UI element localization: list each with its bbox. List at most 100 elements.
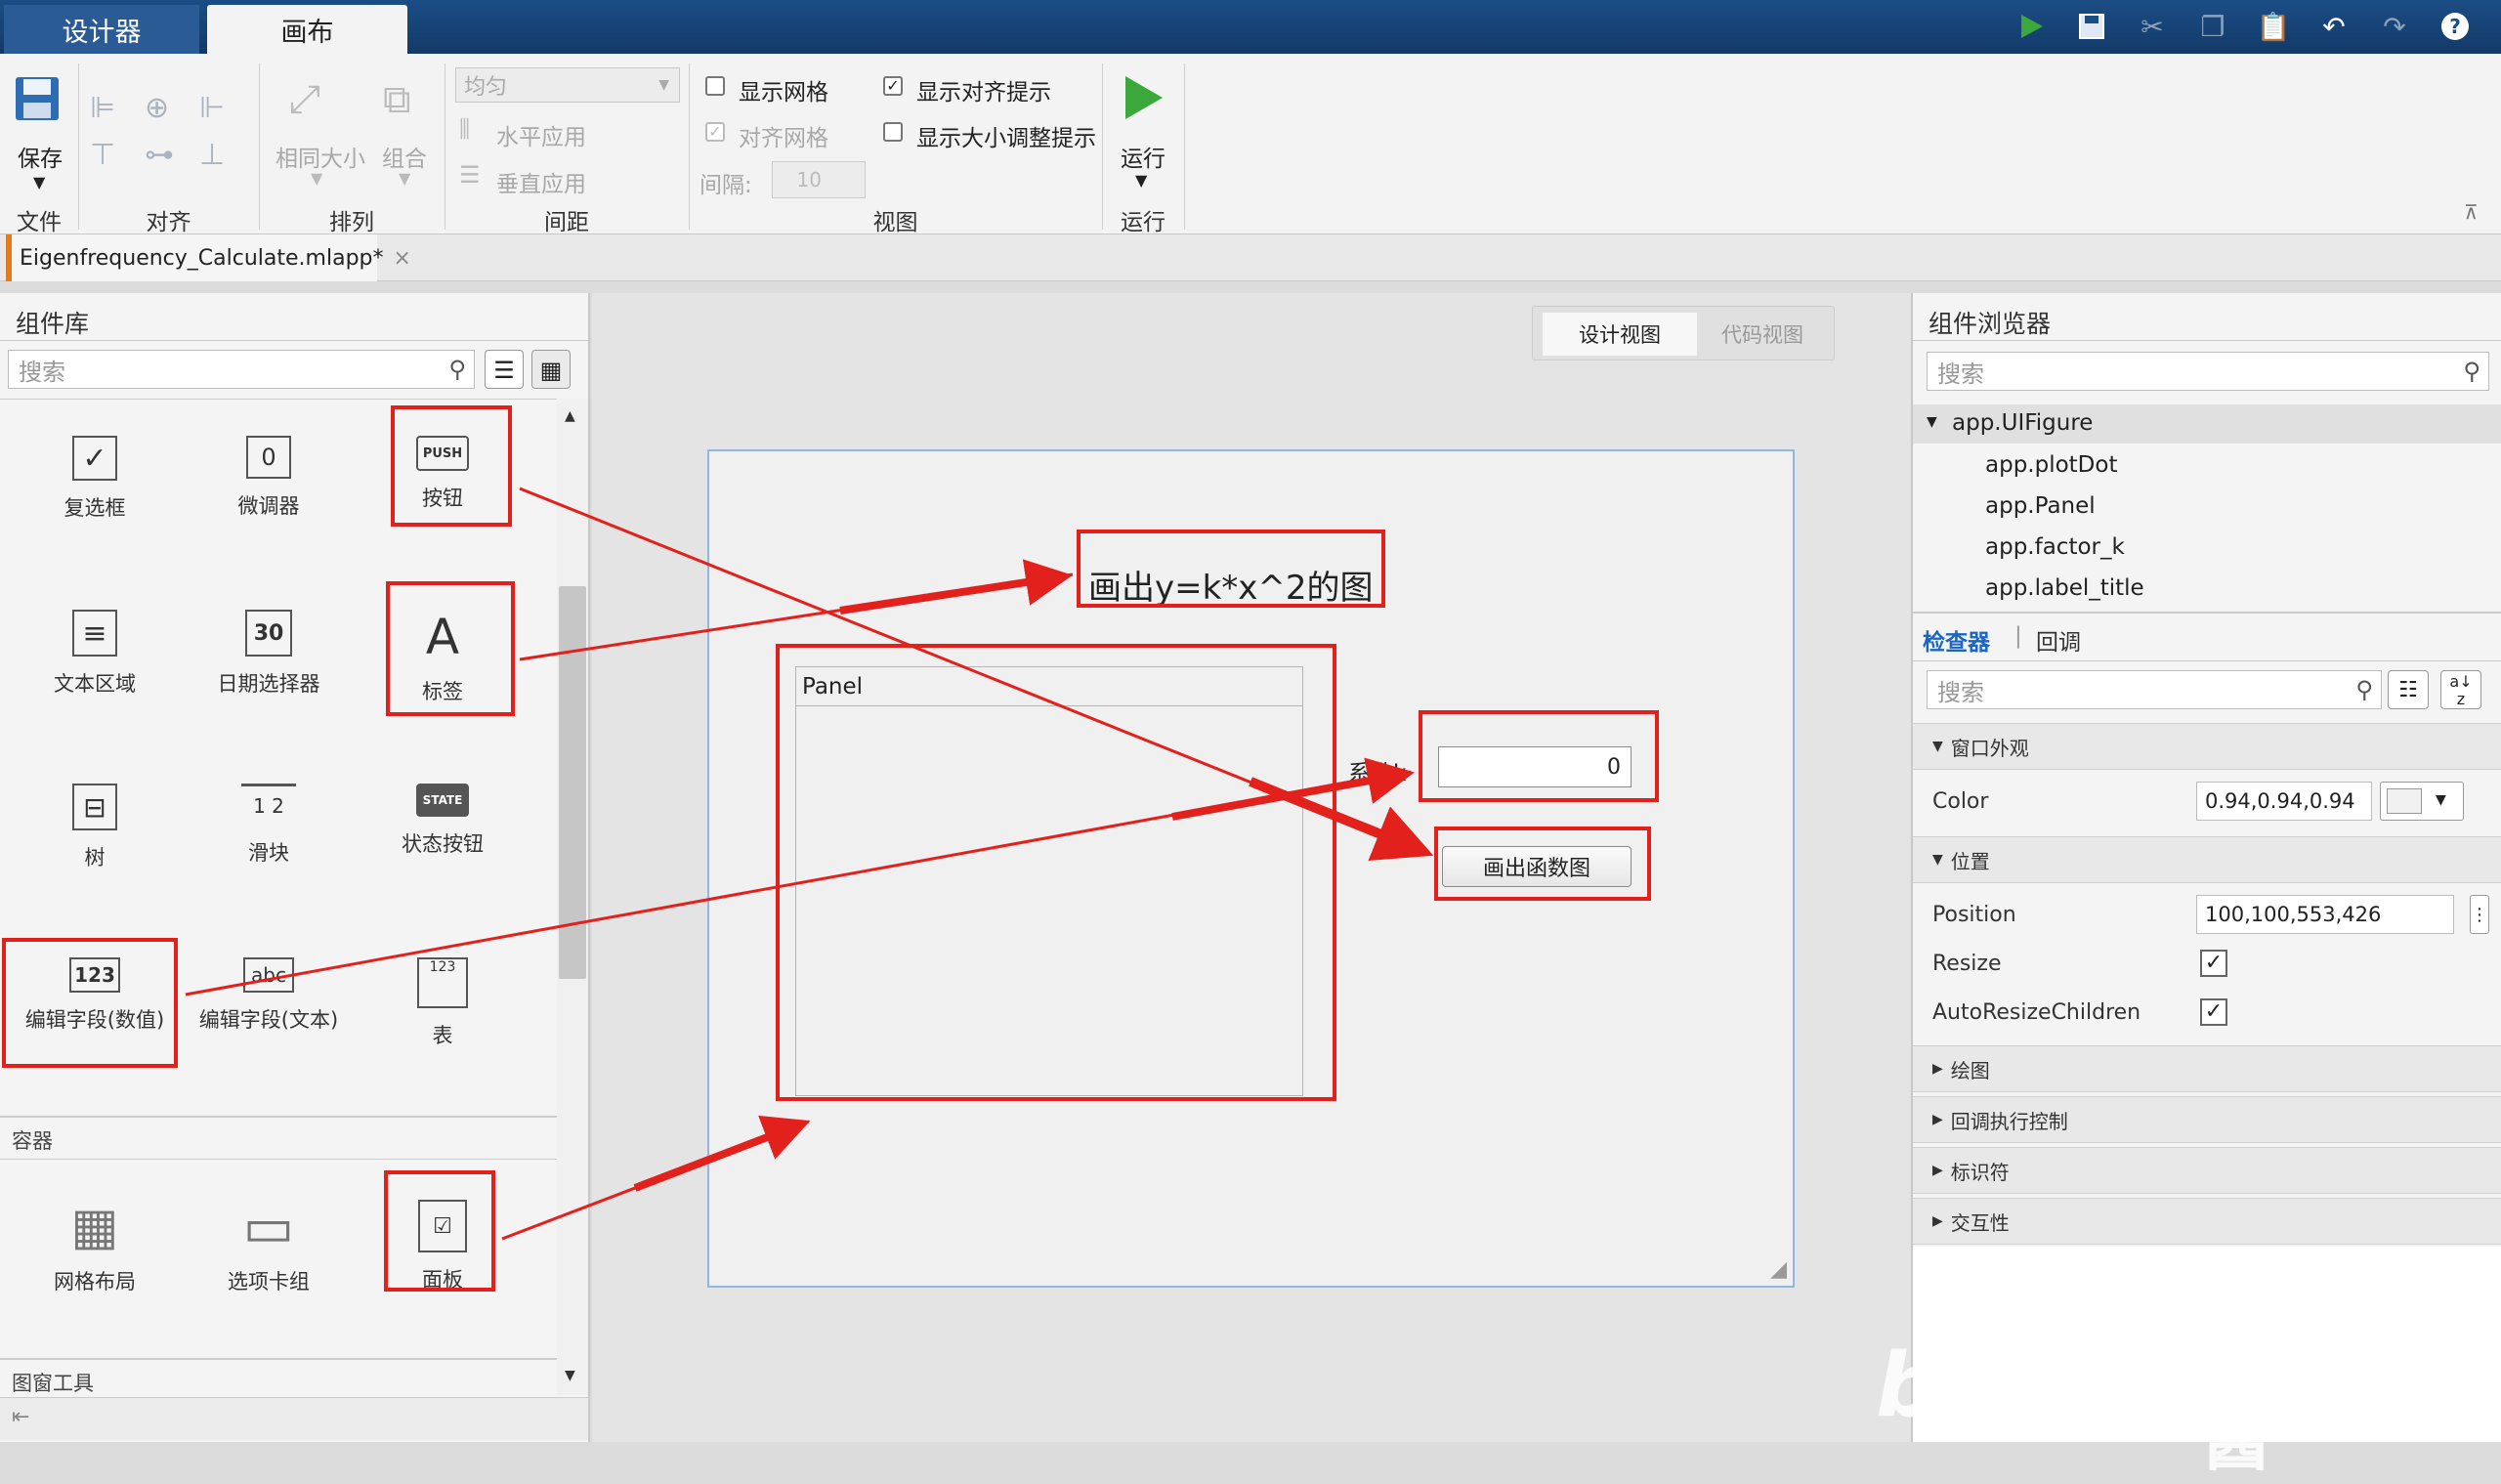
tree-item-label-title[interactable]: app.label_title xyxy=(1985,575,2144,601)
document-tab[interactable]: Eigenfrequency_Calculate.mlapp* × xyxy=(6,234,411,281)
component-slider[interactable]: 1 2 滑块 xyxy=(182,746,356,903)
close-icon[interactable]: × xyxy=(394,246,411,271)
chevron-down-icon[interactable]: ▼ xyxy=(33,173,45,191)
align-middle-icon[interactable]: ⊶ xyxy=(145,138,199,185)
table-icon: 123 xyxy=(417,957,468,1008)
show-grid-checkbox[interactable] xyxy=(705,76,725,96)
tab-callbacks[interactable]: 回调 xyxy=(2036,623,2081,657)
component-checkbox[interactable]: ✓ 复选框 xyxy=(8,399,182,555)
snap-grid-checkbox[interactable]: ✓ xyxy=(705,122,725,142)
save-icon[interactable] xyxy=(2065,6,2118,47)
collapse-panel-icon[interactable]: ⇤ xyxy=(12,1405,29,1429)
inspector-search-input[interactable]: 搜索 ⚲ xyxy=(1927,670,2382,709)
group-button[interactable]: 组合 xyxy=(375,140,434,173)
component-state-button[interactable]: STATE 状态按钮 xyxy=(356,746,530,903)
tab-inspector[interactable]: 检查器 xyxy=(1923,623,1990,657)
code-view-button[interactable]: 代码视图 xyxy=(1699,313,1826,356)
color-picker-button[interactable]: ▼ xyxy=(2380,782,2464,821)
autoresize-checkbox[interactable]: ✓ xyxy=(2200,998,2227,1026)
search-icon: ⚲ xyxy=(2355,676,2373,703)
group-view-icon[interactable]: ☷ xyxy=(2388,670,2429,709)
cut-icon[interactable]: ✂ xyxy=(2126,6,2179,47)
divider xyxy=(0,1159,557,1160)
expand-right-icon: ▶ xyxy=(1932,1163,1943,1178)
component-search-input[interactable]: 搜索 ⚲ xyxy=(8,350,475,389)
annotation-box-panel-canvas xyxy=(776,644,1336,1101)
scroll-up-icon[interactable]: ▲ xyxy=(565,408,575,424)
spinner-icon: 0 xyxy=(246,436,291,479)
collapse-ribbon-icon[interactable]: ⊼ xyxy=(2464,200,2479,224)
scrollbar-thumb[interactable] xyxy=(559,586,586,979)
align-center-icon[interactable]: ⊕ xyxy=(145,91,199,138)
tab-canvas[interactable]: 画布 xyxy=(207,5,407,54)
show-resize-hints-checkbox[interactable] xyxy=(883,122,903,142)
component-label: 树 xyxy=(84,846,106,869)
tree-root-row[interactable]: ▼ app.UIFigure xyxy=(1913,404,2501,444)
component-label: 状态按钮 xyxy=(402,832,484,856)
component-tab-group[interactable]: ▭ 选项卡组 xyxy=(182,1163,356,1319)
align-left-icon[interactable]: ⊫ xyxy=(90,91,145,138)
run-icon[interactable] xyxy=(2005,6,2057,47)
undo-icon[interactable]: ↶ xyxy=(2308,6,2360,47)
browser-search-input[interactable]: 搜索 ⚲ xyxy=(1927,352,2489,391)
show-align-hints-checkbox[interactable]: ✓ xyxy=(883,76,903,96)
chevron-down-icon[interactable]: ▼ xyxy=(1135,171,1147,190)
sort-alpha-icon[interactable]: a↓ z xyxy=(2440,670,2481,709)
help-icon[interactable]: ? xyxy=(2429,6,2481,47)
section-interactivity[interactable]: ▶ 交互性 xyxy=(1913,1198,2501,1245)
section-plotting[interactable]: ▶ 绘图 xyxy=(1913,1045,2501,1092)
more-options-icon[interactable]: ⋮ xyxy=(2470,895,2489,934)
divider xyxy=(1913,660,2501,661)
align-top-icon[interactable]: ⊤ xyxy=(90,138,145,185)
design-view-button[interactable]: 设计视图 xyxy=(1543,313,1697,356)
same-size-button[interactable]: 相同大小 xyxy=(272,140,369,173)
vertical-apply-button[interactable]: 垂直应用 xyxy=(496,165,586,198)
component-grid-layout[interactable]: ▦ 网格布局 xyxy=(8,1163,182,1319)
section-window-appearance[interactable]: ▼ 窗口外观 xyxy=(1913,723,2501,770)
same-size-icon[interactable]: ⤢ xyxy=(289,77,320,122)
component-table[interactable]: 123 表 xyxy=(356,920,530,1077)
component-tree[interactable]: ⊟ 树 xyxy=(8,746,182,903)
component-text-edit-field[interactable]: abc 编辑字段(文本) xyxy=(182,920,356,1077)
tree-item-panel[interactable]: app.Panel xyxy=(1985,493,2096,519)
distribution-dropdown[interactable]: 均匀 ▼ xyxy=(455,67,680,103)
group-icon[interactable]: ⧉ xyxy=(383,77,411,122)
save-icon[interactable] xyxy=(12,73,66,128)
save-button[interactable]: 保存 xyxy=(10,140,70,173)
resize-checkbox[interactable]: ✓ xyxy=(2200,950,2227,977)
run-button[interactable]: 运行 xyxy=(1114,140,1172,173)
component-date-picker[interactable]: 30 日期选择器 xyxy=(182,572,356,729)
paste-icon[interactable]: 📋 xyxy=(2247,6,2300,47)
tab-designer[interactable]: 设计器 xyxy=(4,5,199,54)
redo-icon[interactable]: ↷ xyxy=(2368,6,2421,47)
grid-view-icon[interactable]: ▦ xyxy=(531,350,571,389)
tree-item-plotdot[interactable]: app.plotDot xyxy=(1985,452,2117,478)
annotation-box-factor-field xyxy=(1419,710,1659,802)
document-tab-title: Eigenfrequency_Calculate.mlapp* xyxy=(20,245,384,271)
expand-right-icon: ▶ xyxy=(1932,1213,1943,1229)
scroll-down-icon[interactable]: ▼ xyxy=(565,1368,575,1383)
component-text-area[interactable]: ≡ 文本区域 xyxy=(8,572,182,729)
tree-item-factor-k[interactable]: app.factor_k xyxy=(1985,534,2125,560)
annotation-box-plot-button xyxy=(1434,827,1651,901)
tab-separator: | xyxy=(2014,623,2022,649)
expand-right-icon: ▶ xyxy=(1932,1061,1943,1077)
resize-grip-icon[interactable]: ◢ xyxy=(1770,1257,1787,1282)
component-spinner[interactable]: 0 微调器 xyxy=(182,399,356,555)
component-label: 选项卡组 xyxy=(228,1270,310,1293)
prop-resize-label: Resize xyxy=(1932,952,2002,976)
prop-color-value[interactable]: 0.94,0.94,0.94 xyxy=(2196,782,2372,821)
horizontal-apply-button[interactable]: 水平应用 xyxy=(496,118,586,151)
interval-spinner[interactable]: 10 xyxy=(772,161,866,198)
copy-icon[interactable]: ❐ xyxy=(2186,6,2239,47)
align-bottom-icon[interactable]: ⊥ xyxy=(199,138,254,185)
section-identifiers[interactable]: ▶ 标识符 xyxy=(1913,1147,2501,1194)
list-view-icon[interactable]: ☰ xyxy=(485,350,524,389)
prop-position-value[interactable]: 100,100,553,426 xyxy=(2196,895,2454,934)
annotation-box-panel xyxy=(384,1170,495,1292)
expand-icon[interactable]: ▼ xyxy=(1927,414,1937,430)
section-position[interactable]: ▼ 位置 xyxy=(1913,836,2501,883)
align-right-icon[interactable]: ⊩ xyxy=(199,91,254,138)
section-callback-control[interactable]: ▶ 回调执行控制 xyxy=(1913,1096,2501,1143)
run-icon[interactable] xyxy=(1122,73,1165,126)
